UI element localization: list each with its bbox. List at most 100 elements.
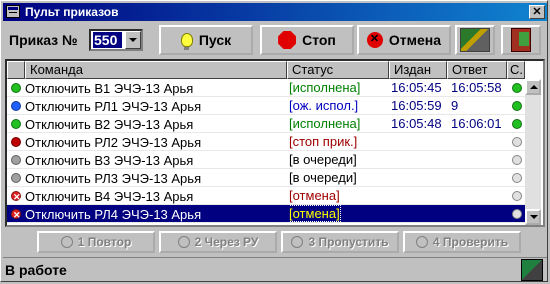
via-ru-button-label: 2 Через РУ [194,235,259,249]
answer-time: 16:05:58 [451,80,502,95]
grid-rows: Отключить В1 ЭЧЭ-13 Арья [исполнена] 16:05… [7,79,525,223]
issued-time [391,187,447,205]
table-row[interactable]: Отключить РЛ1 ЭЧЭ-13 Арья [ож. испол.] 16:… [7,97,525,115]
table-row[interactable]: Отключить В2 ЭЧЭ-13 Арья [исполнена] 16:05… [7,115,525,133]
toolbar: Приказ № 550 Пуск Стоп Отмена [5,25,545,57]
table-row[interactable]: Отключить РЛ3 ЭЧЭ-13 Арья [в очереди] [7,169,525,187]
repeat-button-label: 1 Повтор [77,235,132,249]
repeat-button[interactable]: 1 Повтор [37,231,155,253]
state-cell [510,205,524,223]
status-text: [исполнена] [289,116,361,131]
state-led-icon [512,191,522,201]
answer-time: 9 [451,98,459,113]
bulb-icon [177,236,190,248]
issued-time: 16:05:45 [391,80,442,95]
issued-time: 16:05:59 [391,98,442,113]
command-text: Отключить В1 ЭЧЭ-13 Арья [25,80,194,96]
scroll-up-button[interactable] [525,79,541,95]
status-led-icon [11,101,21,111]
column-header-issued[interactable]: Издан [389,61,447,79]
table-row[interactable]: Отключить РЛ4 ЭЧЭ-13 Арья [отмена] [7,205,525,223]
status-text: [ож. испол.] [289,98,359,113]
cancel-icon [366,32,383,48]
stop-button-label: Стоп [302,32,336,48]
answer-time [451,151,507,169]
status-text: [исполнена] [289,80,361,95]
command-text: Отключить В2 ЭЧЭ-13 Арья [25,116,194,132]
command-cell: Отключить В2 ЭЧЭ-13 Арья [11,115,285,133]
order-number-label: Приказ № [9,32,78,48]
bulb-icon [60,236,73,248]
answer-time [451,205,507,223]
command-cell: Отключить РЛ4 ЭЧЭ-13 Арья [11,205,285,223]
bulb-icon [180,33,193,50]
scroll-down-button[interactable] [525,209,541,225]
vertical-scrollbar[interactable] [525,79,541,225]
check-button[interactable]: 4 Проверить [403,231,521,253]
table-row[interactable]: Отключить В3 ЭЧЭ-13 Арья [в очереди] [7,151,525,169]
table-row[interactable]: Отключить РЛ2 ЭЧЭ-13 Арья [стоп прик.] [7,133,525,151]
status-led-icon [11,207,21,223]
state-led-icon [512,101,522,111]
bulb-icon [415,236,428,248]
command-cell: Отключить РЛ1 ЭЧЭ-13 Арья [11,97,285,115]
title-bar[interactable]: Пульт приказов ✕ [3,3,547,21]
state-cell [510,133,524,151]
check-button-label: 4 Проверить [432,235,509,249]
status-text: В работе [5,262,67,278]
close-button[interactable]: ✕ [529,5,545,19]
status-cell: [ож. испол.] [289,97,385,115]
tools-button[interactable] [455,25,495,55]
answer-time: 16:06:01 [451,116,502,131]
column-header-answer[interactable]: Ответ [447,61,507,79]
state-led-icon [512,119,522,129]
column-header-command[interactable]: Команда [25,61,287,79]
state-cell [510,187,524,205]
state-led-icon [512,155,522,165]
state-led-icon [512,83,522,93]
issued-time [391,133,447,151]
cancel-button[interactable]: Отмена [357,25,451,55]
state-cell [510,79,524,97]
via-ru-button[interactable]: 2 Через РУ [159,231,277,253]
connection-icon[interactable] [521,259,543,281]
order-number-value[interactable]: 550 [93,32,122,48]
status-led-icon [11,137,21,147]
status-led-icon [11,119,21,129]
status-led-icon [11,83,21,93]
answer-time [451,133,507,151]
status-cell: [исполнена] [289,79,385,97]
exit-button[interactable] [501,25,541,55]
command-cell: Отключить В4 ЭЧЭ-13 Арья [11,187,285,205]
start-button[interactable]: Пуск [159,25,253,55]
answer-time [451,169,507,187]
command-cell: Отключить В3 ЭЧЭ-13 Арья [11,151,285,169]
column-header-c[interactable]: С. [507,61,525,79]
status-cell: [исполнена] [289,115,385,133]
action-buttons: 1 Повтор 2 Через РУ 3 Пропустить 4 Прове… [5,229,545,255]
chevron-down-icon[interactable] [125,31,141,49]
state-cell [510,115,524,133]
order-number-select[interactable]: 550 [89,29,143,51]
command-cell: Отключить РЛ2 ЭЧЭ-13 Арья [11,133,285,151]
window: Пульт приказов ✕ Приказ № 550 Пуск Стоп … [0,0,548,282]
status-text: [отмена] [289,188,340,203]
answer-time [451,187,507,205]
skip-button[interactable]: 3 Пропустить [281,231,399,253]
grid-header: Команда Статус Издан Ответ С. [7,61,525,79]
status-text: [в очереди] [289,152,357,167]
state-led-icon [512,173,522,183]
app-icon[interactable] [6,5,20,18]
status-cell: [стоп прик.] [289,133,385,151]
table-row[interactable]: Отключить В1 ЭЧЭ-13 Арья [исполнена] 16:05… [7,79,525,97]
issued-time [391,169,447,187]
column-header-status[interactable]: Статус [287,61,389,79]
start-button-label: Пуск [198,32,232,48]
status-text: [стоп прик.] [289,134,358,149]
status-led-icon [11,155,21,165]
skip-icon [291,236,304,248]
orders-grid: Команда Статус Издан Ответ С. Отключить … [5,59,545,227]
stop-button[interactable]: Стоп [260,25,354,55]
table-row[interactable]: Отключить В4 ЭЧЭ-13 Арья [отмена] [7,187,525,205]
state-cell [510,169,524,187]
